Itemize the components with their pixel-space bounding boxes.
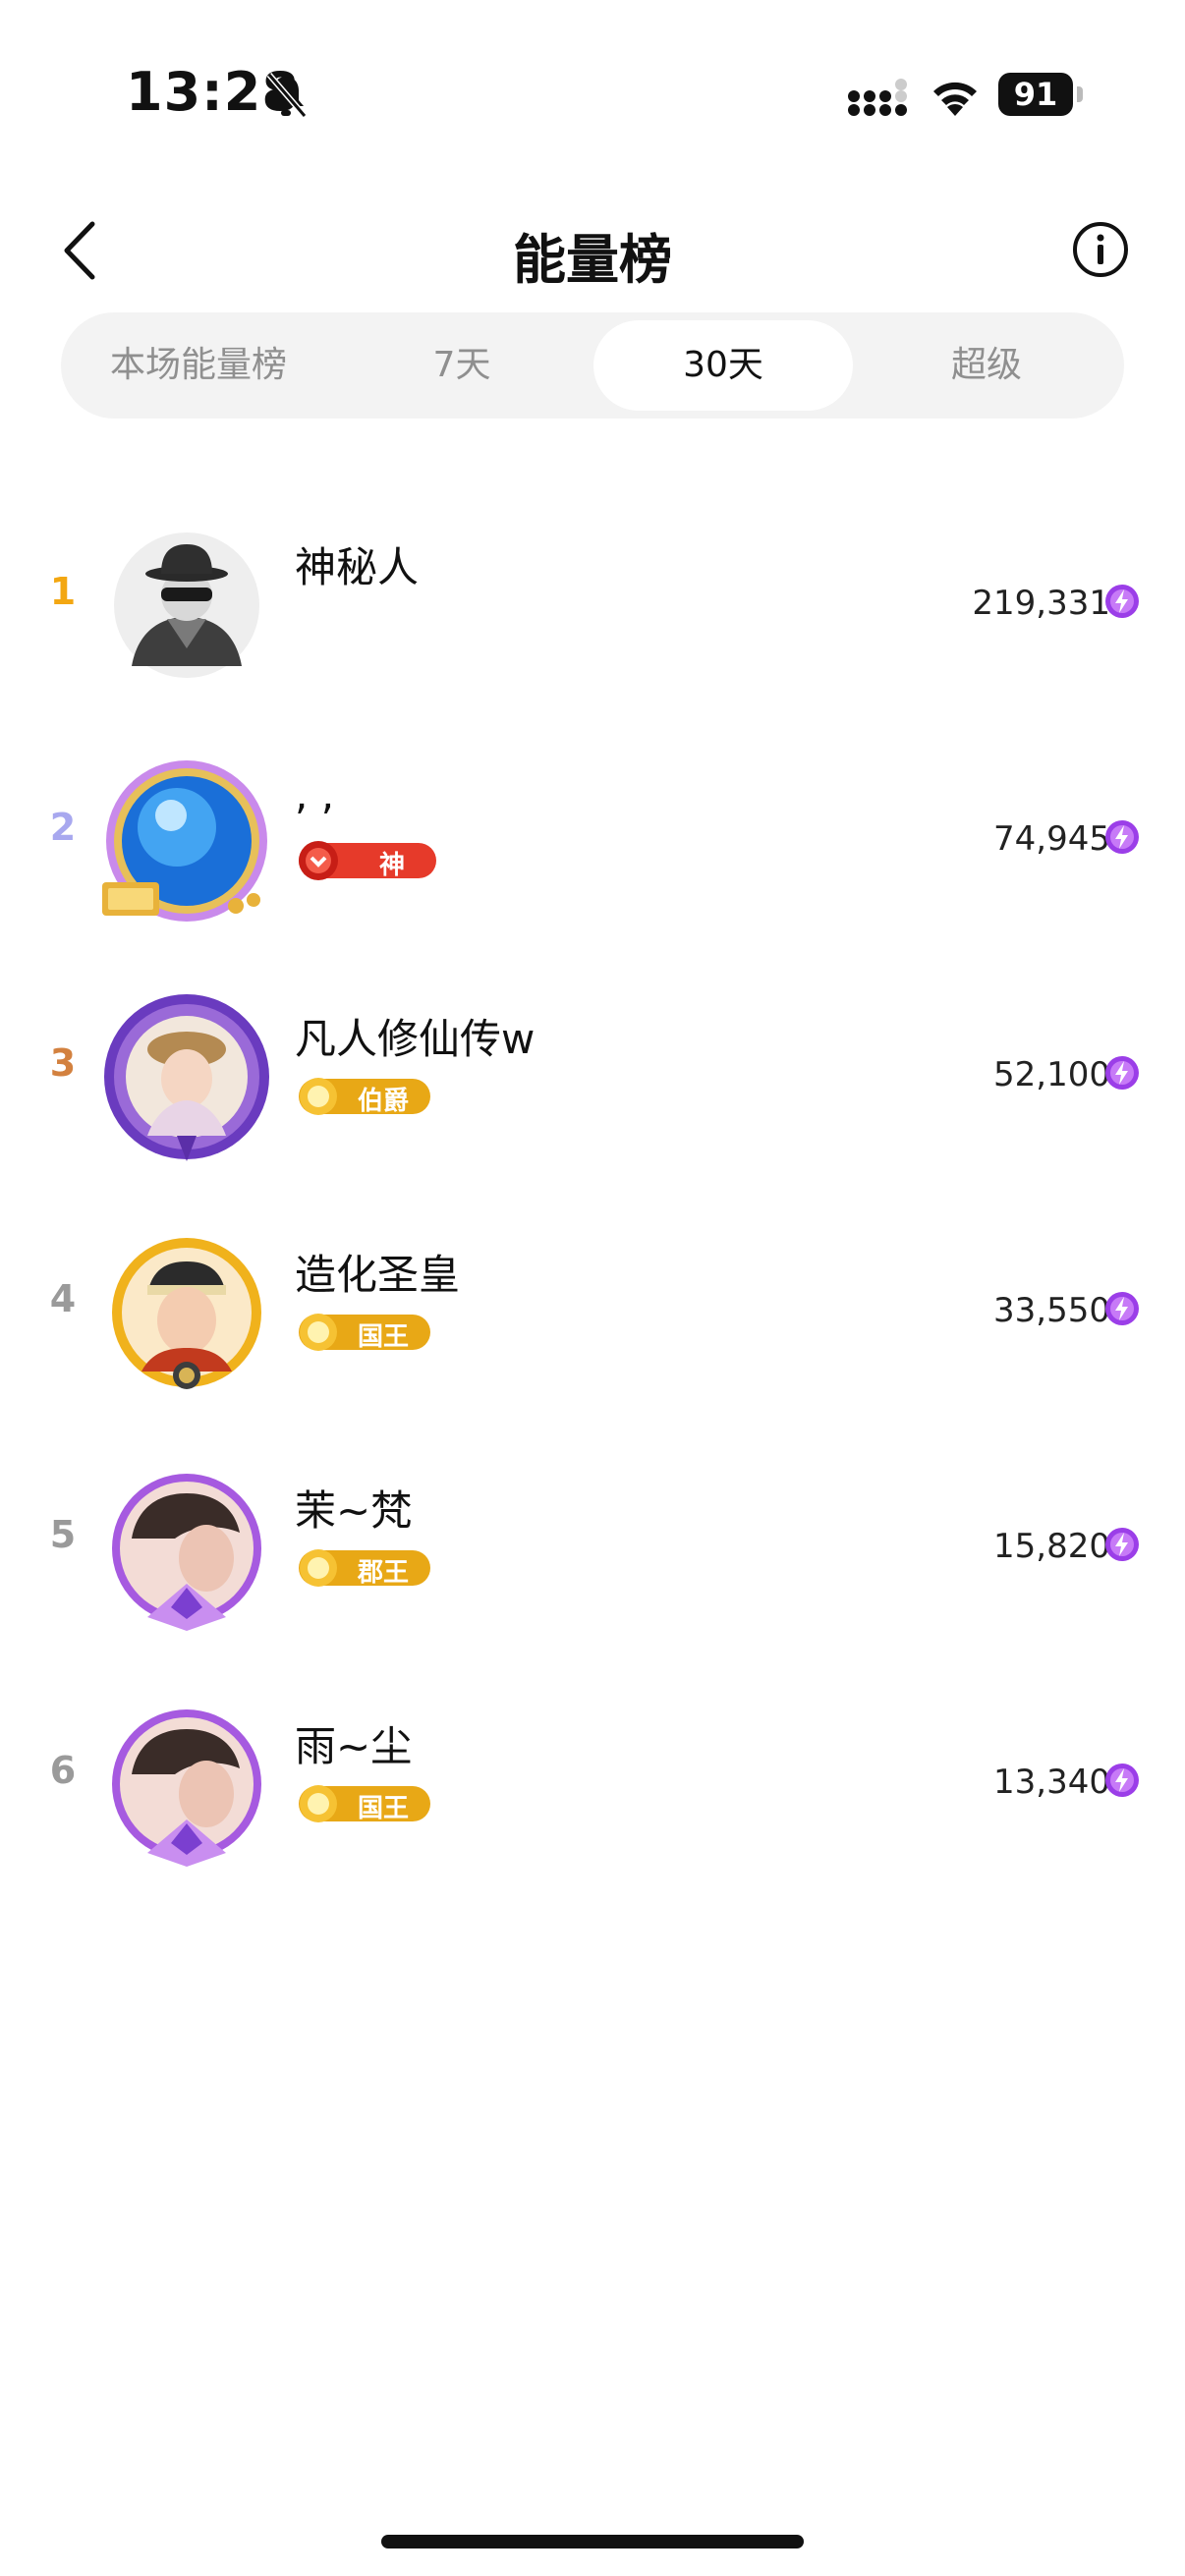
avatar[interactable] [98,988,275,1165]
tab-current-session[interactable]: 本场能量榜 [69,320,328,411]
energy-bolt-icon [1105,1764,1139,1797]
ranking-row[interactable]: 2 , , 神 74,945 [0,733,1185,929]
blue-orb-avatar-icon [102,760,267,922]
cellular-signal-icon [848,79,907,116]
ranking-row[interactable]: 1 神秘人 219,331 [0,497,1185,694]
home-indicator[interactable] [381,2535,804,2548]
ranking-row[interactable]: 6 雨~尘 国王 13,340 [0,1676,1185,1873]
bell-muted-icon [266,73,308,118]
tab-super[interactable]: 超级 [857,320,1116,411]
energy-score: 52,100 [993,1055,1110,1094]
wifi-icon [933,82,977,116]
energy-score: 15,820 [993,1527,1110,1566]
level-badge: 神 [295,839,436,880]
badge-label: 郡王 [358,1558,410,1588]
battery-level: 91 [998,73,1073,116]
energy-score: 13,340 [993,1763,1110,1802]
mystery-man-avatar-icon [114,532,259,678]
avatar[interactable] [98,1460,275,1637]
user-name: 造化圣皇 [295,1251,461,1299]
tab-30-days[interactable]: 30天 [593,320,853,411]
rank-number: 4 [49,1277,77,1320]
girl-photo-avatar-icon [104,994,269,1161]
rank-number: 6 [49,1749,77,1792]
badge-label: 神 [379,851,406,880]
user-name: , , [295,770,335,818]
ranking-row[interactable]: 5 茉~梵 郡王 15,820 [0,1440,1185,1637]
user-name: 凡人修仙传w [295,1015,536,1063]
avatar[interactable] [98,517,275,694]
user-name: 雨~尘 [295,1722,413,1770]
prince-portrait-avatar-icon [112,1238,261,1389]
avatar[interactable] [98,1224,275,1401]
rank-number: 1 [49,570,77,613]
ranking-row[interactable]: 3 凡人修仙传w 伯爵 52,100 [0,969,1185,1165]
rank-number: 5 [49,1513,77,1556]
level-badge: 国王 [295,1782,432,1823]
energy-score: 33,550 [993,1291,1110,1330]
badge-label: 国王 [358,1794,410,1823]
profile-photo-avatar-icon [112,1709,261,1867]
energy-bolt-icon [1105,820,1139,854]
energy-bolt-icon [1105,1292,1139,1325]
battery-indicator: 91 [998,73,1083,116]
page-title: 能量榜 [513,229,672,291]
energy-score: 219,331 [972,584,1110,623]
avatar[interactable] [98,753,275,929]
badge-label: 国王 [358,1322,410,1352]
energy-bolt-icon [1105,585,1139,618]
status-bar: 13:28 91 [0,0,1185,147]
energy-bolt-icon [1105,1528,1139,1561]
header: 能量榜 [0,187,1185,314]
profile-photo-avatar-icon [112,1474,261,1631]
avatar[interactable] [98,1696,275,1873]
user-name: 茉~梵 [295,1486,413,1535]
user-name: 神秘人 [295,543,420,591]
rank-number: 3 [49,1041,77,1085]
period-tabs: 本场能量榜 7天 30天 超级 [61,312,1124,419]
badge-icon [299,841,436,880]
energy-score: 74,945 [993,819,1110,859]
energy-bolt-icon [1105,1056,1139,1090]
ranking-row[interactable]: 4 造化圣皇 国王 33,550 [0,1204,1185,1401]
level-badge: 国王 [295,1311,432,1352]
battery-cap [1077,86,1083,102]
level-badge: 伯爵 [295,1075,432,1116]
badge-label: 伯爵 [358,1087,410,1116]
info-icon[interactable] [1071,220,1130,279]
level-badge: 郡王 [295,1546,432,1588]
rank-number: 2 [49,806,77,849]
tab-7-days[interactable]: 7天 [332,320,592,411]
